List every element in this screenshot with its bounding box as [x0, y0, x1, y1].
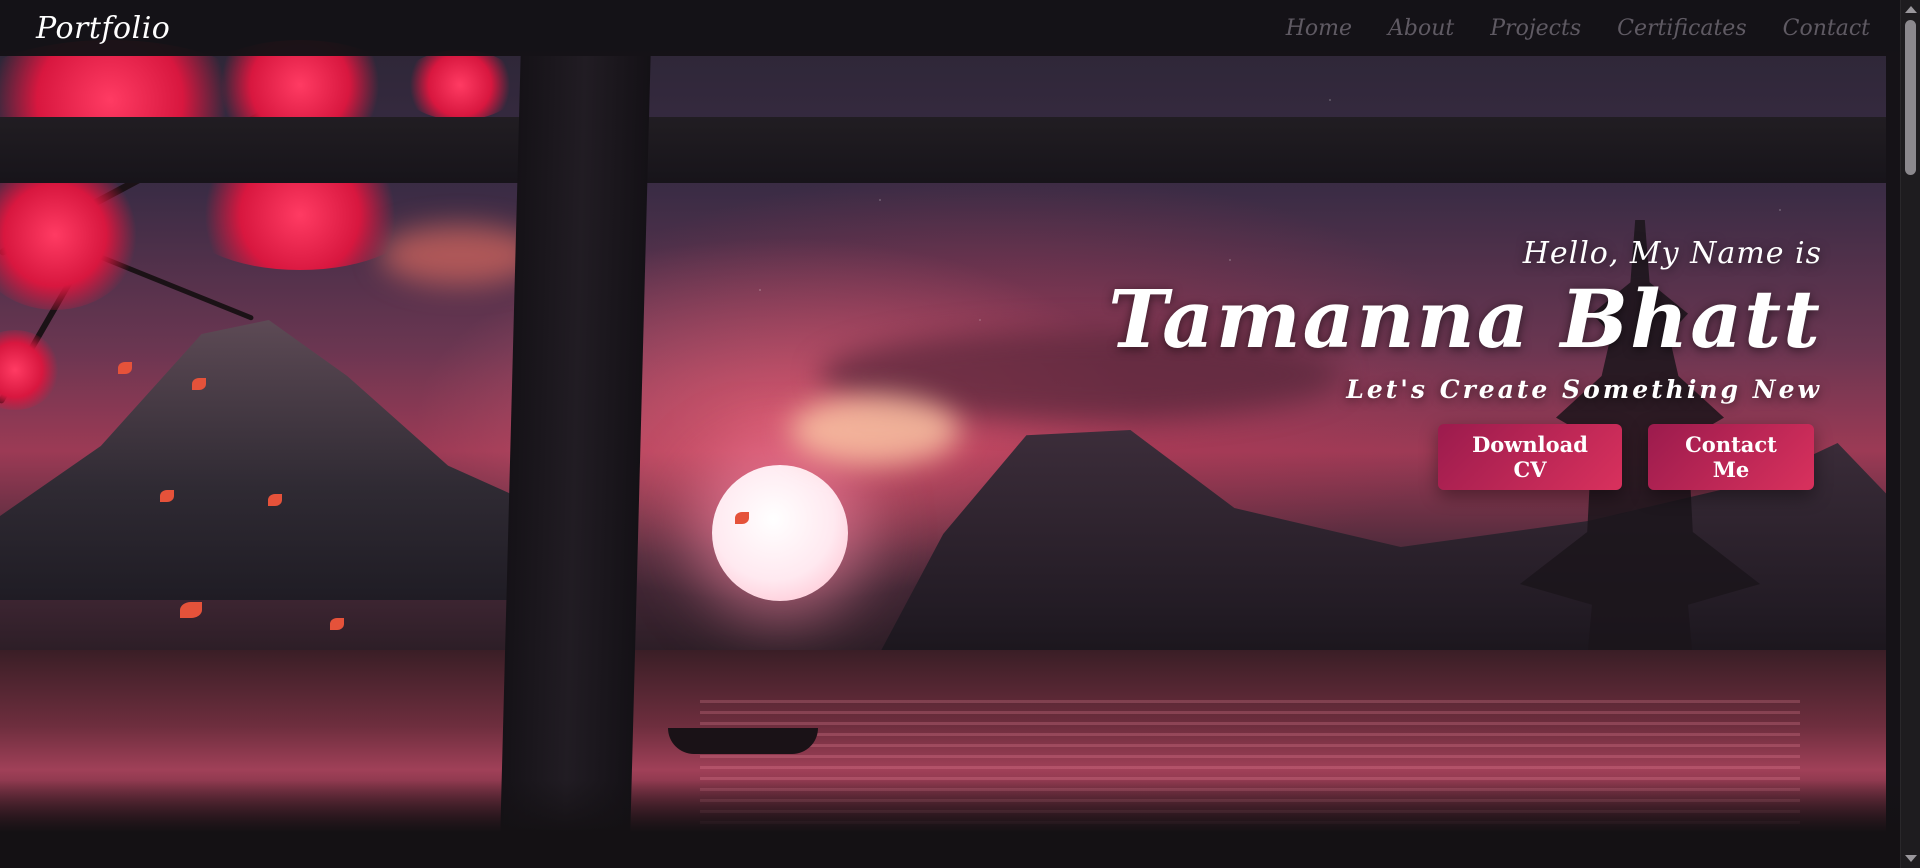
contact-me-button[interactable]: Contact Me	[1648, 424, 1814, 490]
falling-leaf	[160, 490, 174, 502]
falling-leaf	[735, 512, 749, 524]
download-cv-button[interactable]: Download CV	[1438, 424, 1622, 490]
sun	[712, 465, 848, 601]
chevron-down-icon[interactable]	[1905, 855, 1917, 862]
window-frame-edge	[1886, 56, 1900, 868]
nav-links: Home About Projects Certificates Contact	[1286, 16, 1870, 41]
nav-link-certificates[interactable]: Certificates	[1617, 16, 1747, 41]
falling-leaf	[118, 362, 132, 374]
window-frame-beam	[0, 117, 1900, 183]
window-frame-sill	[0, 780, 1900, 868]
cloud	[790, 395, 960, 465]
maple-leaves	[400, 50, 520, 120]
nav-link-projects[interactable]: Projects	[1490, 16, 1581, 41]
greeting-text: Hello, My Name is	[1522, 236, 1822, 271]
hero-name: Tamanna Bhatt	[1108, 272, 1822, 366]
chevron-up-icon[interactable]	[1905, 6, 1917, 13]
nav-link-home[interactable]: Home	[1286, 16, 1352, 41]
brand-logo[interactable]: Portfolio	[36, 11, 170, 46]
scrollbar-thumb[interactable]	[1905, 20, 1916, 175]
falling-leaf	[330, 618, 344, 630]
falling-leaf	[180, 602, 202, 618]
falling-leaf	[268, 494, 282, 506]
nav-link-contact[interactable]: Contact	[1783, 16, 1870, 41]
window-frame-post	[499, 56, 651, 868]
hero-intro: Hello, My Name is Tamanna Bhatt Let's Cr…	[1108, 236, 1822, 490]
page-scrollbar[interactable]	[1900, 0, 1920, 868]
hero-actions: Download CV Contact Me	[1108, 424, 1822, 490]
navbar: Portfolio Home About Projects Certificat…	[0, 0, 1900, 56]
nav-link-about[interactable]: About	[1388, 16, 1454, 41]
boat-silhouette	[668, 728, 818, 754]
falling-leaf	[192, 378, 206, 390]
hero-tagline: Let's Create Something New	[1346, 375, 1822, 404]
